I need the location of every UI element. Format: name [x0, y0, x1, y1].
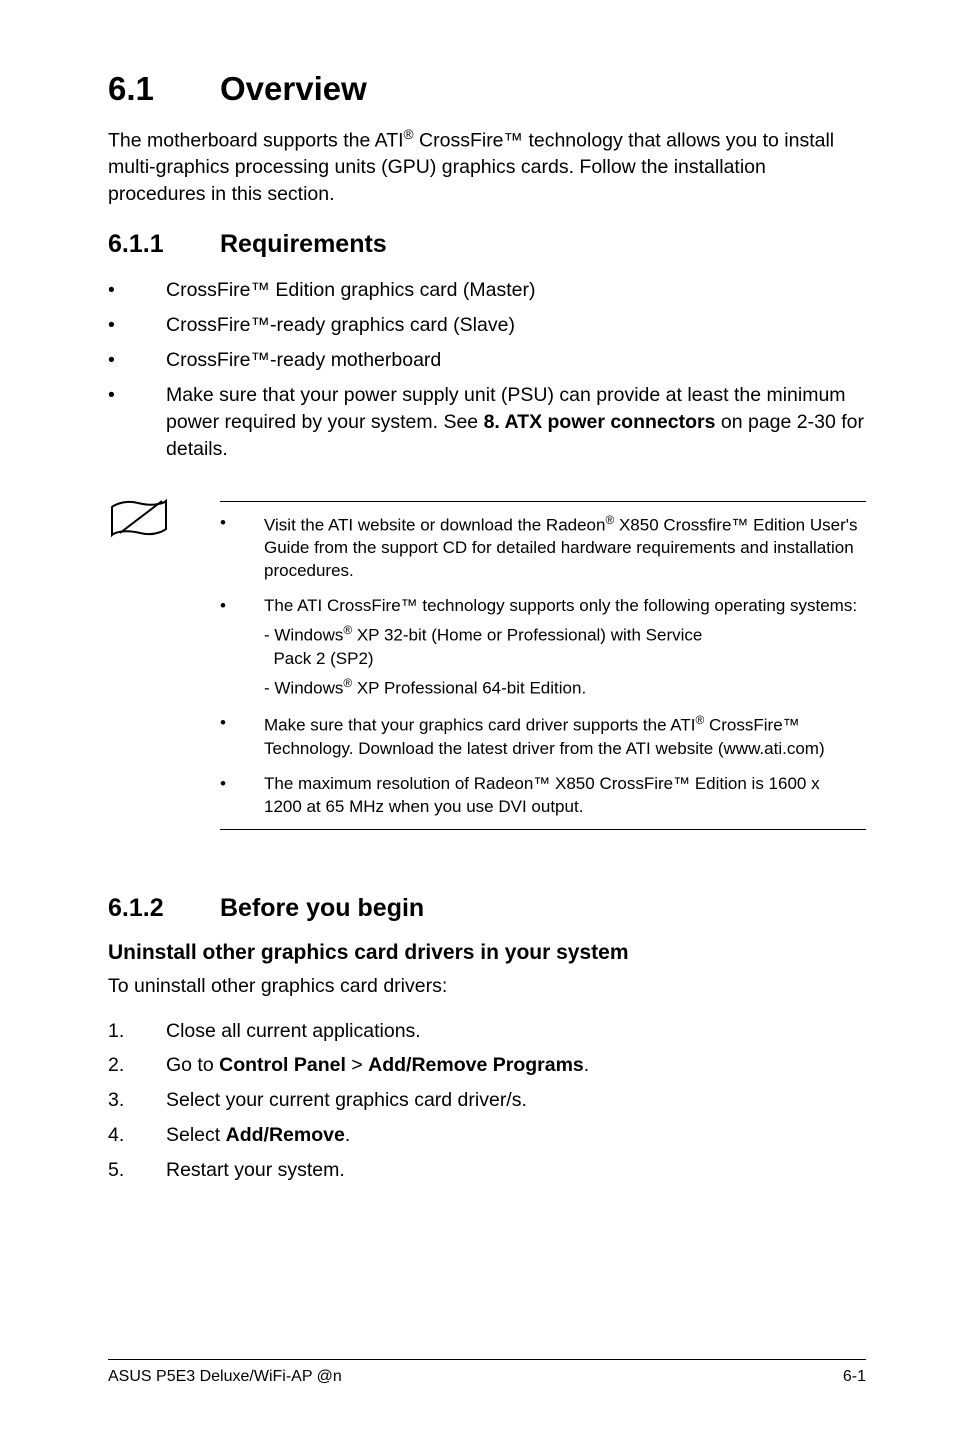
note-text: The maximum resolution of Radeon™ X850 C… [264, 773, 862, 819]
text: - Windows [264, 678, 343, 697]
step-number: 3. [108, 1087, 166, 1114]
step-text: Go to Control Panel > Add/Remove Program… [166, 1052, 866, 1079]
note-body: • Visit the ATI website or download the … [220, 501, 866, 830]
bullet-mark: • [108, 277, 166, 304]
heading-number: 6.1.1 [108, 230, 220, 259]
heading-6-1: 6.1 Overview [108, 70, 866, 108]
uninstall-steps: 1. Close all current applications. 2. Go… [108, 1018, 866, 1185]
step-text: Select Add/Remove. [166, 1122, 866, 1149]
step-number: 5. [108, 1157, 166, 1184]
list-item: • Make sure that your power supply unit … [108, 382, 866, 463]
list-item: 1. Close all current applications. [108, 1018, 866, 1045]
uninstall-lead: To uninstall other graphics card drivers… [108, 973, 866, 1000]
list-item: 2. Go to Control Panel > Add/Remove Prog… [108, 1052, 866, 1079]
subheading-uninstall: Uninstall other graphics card drivers in… [108, 941, 866, 965]
text: Make sure that your graphics card driver… [264, 716, 696, 735]
list-text: CrossFire™-ready graphics card (Slave) [166, 312, 866, 339]
list-item: • CrossFire™-ready motherboard [108, 347, 866, 374]
registered-mark: ® [404, 127, 414, 142]
list-item: • CrossFire™ Edition graphics card (Mast… [108, 277, 866, 304]
bullet-mark: • [108, 382, 166, 463]
list-text: CrossFire™ Edition graphics card (Master… [166, 277, 866, 304]
note-text: The ATI CrossFire™ technology supports o… [264, 595, 862, 618]
list-text: Make sure that your power supply unit (P… [166, 382, 866, 463]
bold-text: 8. ATX power connectors [484, 411, 716, 433]
text: XP 32-bit (Home or Professional) with Se… [352, 626, 702, 645]
bullet-mark: • [108, 347, 166, 374]
bullet-mark: • [108, 312, 166, 339]
note-text: Visit the ATI website or download the Ra… [264, 512, 862, 583]
step-number: 2. [108, 1052, 166, 1079]
text: - Windows [264, 626, 343, 645]
intro-paragraph: The motherboard supports the ATI® CrossF… [108, 126, 866, 208]
step-text: Close all current applications. [166, 1018, 866, 1045]
bullet-mark: • [220, 773, 264, 819]
heading-6-1-1: 6.1.1 Requirements [108, 230, 866, 259]
text: Visit the ATI website or download the Ra… [264, 515, 605, 534]
footer-left: ASUS P5E3 Deluxe/WiFi-AP @n [108, 1368, 342, 1386]
bold-text: Add/Remove Programs [368, 1054, 584, 1076]
note-text: Make sure that your graphics card driver… [264, 712, 862, 761]
text: XP Professional 64-bit Edition. [352, 678, 586, 697]
list-item: • CrossFire™-ready graphics card (Slave) [108, 312, 866, 339]
page-footer: ASUS P5E3 Deluxe/WiFi-AP @n 6-1 [108, 1359, 866, 1386]
text: . [584, 1054, 589, 1076]
note-item: • Visit the ATI website or download the … [220, 512, 862, 583]
note-subitem: - Windows® XP Professional 64-bit Editio… [264, 675, 862, 701]
text: Select [166, 1124, 226, 1146]
bullet-mark: • [220, 512, 264, 583]
heading-number: 6.1 [108, 70, 220, 108]
footer-right: 6-1 [843, 1368, 866, 1386]
text: > [346, 1054, 368, 1076]
heading-title: Requirements [220, 230, 387, 259]
list-item: 5. Restart your system. [108, 1157, 866, 1184]
text: Pack 2 (SP2) [264, 649, 374, 668]
registered-mark: ® [343, 676, 352, 690]
note-subitem: - Windows® XP 32-bit (Home or Profession… [264, 622, 862, 671]
heading-title: Overview [220, 70, 367, 108]
note-icon [108, 497, 170, 541]
heading-title: Before you begin [220, 894, 424, 923]
text: . [345, 1124, 350, 1146]
bold-text: Control Panel [219, 1054, 346, 1076]
note-block: • Visit the ATI website or download the … [108, 501, 866, 830]
step-number: 4. [108, 1122, 166, 1149]
bullet-mark: • [220, 595, 264, 618]
registered-mark: ® [343, 623, 352, 637]
list-item: 3. Select your current graphics card dri… [108, 1087, 866, 1114]
step-number: 1. [108, 1018, 166, 1045]
registered-mark: ® [696, 713, 705, 727]
bold-text: Add/Remove [226, 1124, 345, 1146]
text: The motherboard supports the ATI [108, 130, 404, 152]
note-item: • Make sure that your graphics card driv… [220, 712, 862, 761]
requirements-list: • CrossFire™ Edition graphics card (Mast… [108, 277, 866, 462]
step-text: Select your current graphics card driver… [166, 1087, 866, 1114]
heading-number: 6.1.2 [108, 894, 220, 923]
note-item: • The ATI CrossFire™ technology supports… [220, 595, 862, 618]
registered-mark: ® [605, 513, 614, 527]
page: 6.1 Overview The motherboard supports th… [0, 0, 954, 1438]
note-icon-column [108, 501, 220, 830]
list-text: CrossFire™-ready motherboard [166, 347, 866, 374]
list-item: 4. Select Add/Remove. [108, 1122, 866, 1149]
heading-6-1-2: 6.1.2 Before you begin [108, 894, 866, 923]
step-text: Restart your system. [166, 1157, 866, 1184]
text: Go to [166, 1054, 219, 1076]
note-item: • The maximum resolution of Radeon™ X850… [220, 773, 862, 819]
bullet-mark: • [220, 712, 264, 761]
